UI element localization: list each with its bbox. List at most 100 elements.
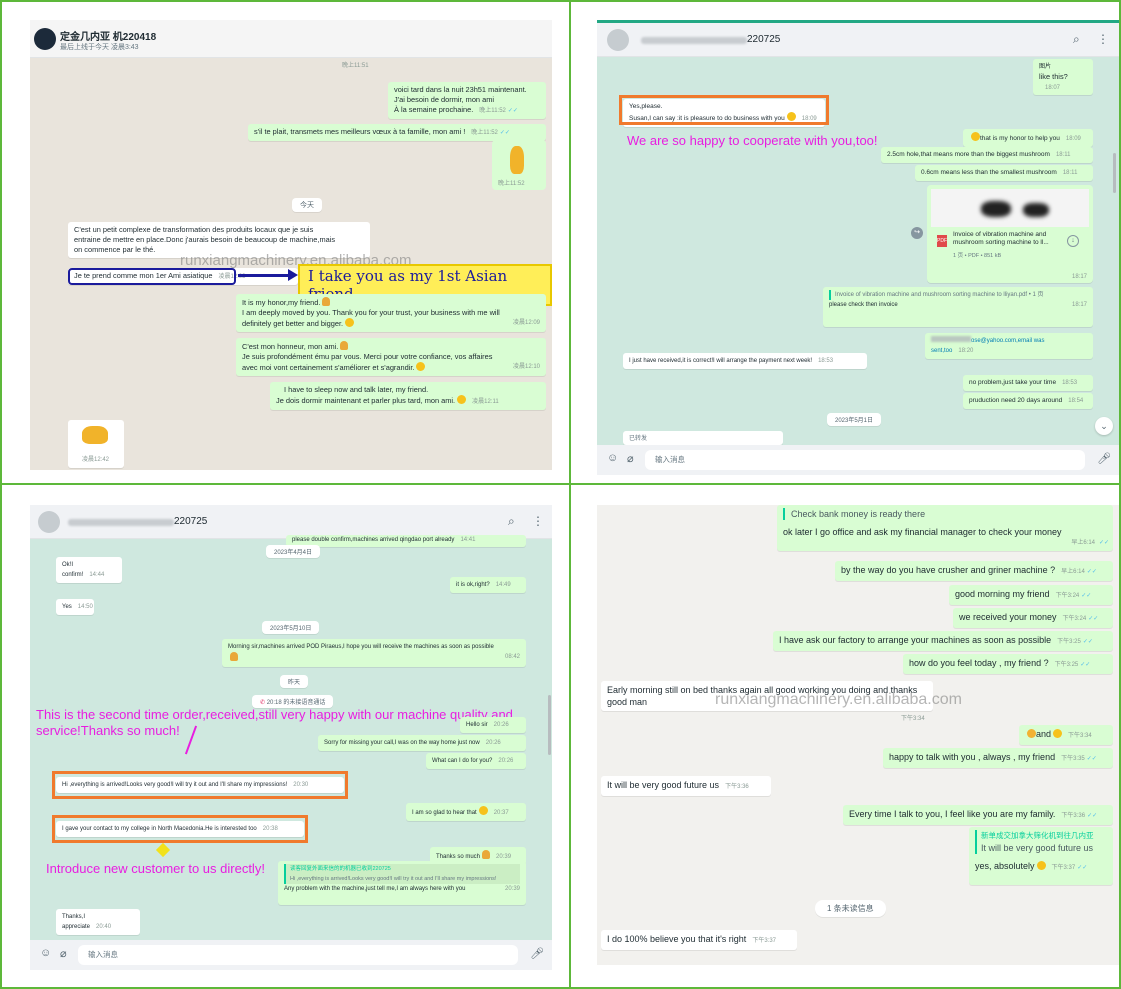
message-bubble[interactable]: It is my honor,my friend. I am deeply mo… <box>236 294 546 332</box>
message-bubble[interactable]: Morning sir,machines arrived POD Piraeus… <box>222 639 526 667</box>
message-bubble[interactable]: I have to sleep now and talk later, my f… <box>270 382 546 410</box>
message-bubble[interactable]: 0.6cm means less than the smallest mushr… <box>915 165 1093 181</box>
message-text: Yes <box>62 604 72 610</box>
pray-emoji-icon <box>230 652 238 661</box>
message-bubble[interactable]: 2.5cm hole,that means more than the bigg… <box>881 147 1093 163</box>
emoji-icon[interactable]: ☺ <box>40 947 51 959</box>
message-time: 晚上11:52 <box>498 181 525 187</box>
message-text: pruduction need 20 days around <box>969 397 1063 404</box>
message-bubble[interactable]: that is my honor to help you 18:09 <box>963 129 1093 147</box>
message-text: Morning sir,machines arrived POD Piraeus… <box>228 644 494 650</box>
message-bubble[interactable]: how do you feel today , my friend ? 下午3:2… <box>903 654 1113 674</box>
message-text: 0.6cm means less than the smallest mushr… <box>921 169 1057 176</box>
scroll-down-button[interactable]: ⌄ <box>1095 417 1113 435</box>
message-bubble[interactable]: it is ok,right? 14:49 <box>450 577 526 593</box>
message-bubble[interactable]: I do 100% believe you that it's right 下午3… <box>601 930 797 950</box>
message-bubble[interactable]: good morning my friend 下午3:24 ✓✓ <box>949 585 1113 605</box>
contact-name[interactable]: 220725 <box>747 34 780 45</box>
message-bubble[interactable]: ose@yahoo.com,email was sent,too 18:20 <box>925 333 1093 359</box>
more-options-icon[interactable]: ⋮ <box>532 514 544 528</box>
search-icon[interactable]: ⌕ <box>508 514 515 529</box>
forward-icon[interactable]: ↪ <box>911 227 923 239</box>
message-time: 下午3:25 <box>1054 662 1079 668</box>
message-input[interactable]: 输入消息 <box>78 945 518 965</box>
smile-emoji-icon <box>416 362 426 371</box>
date-separator: 今天 <box>292 198 322 212</box>
message-bubble[interactable]: What can I do for you? 20:26 <box>426 753 526 769</box>
microphone-icon[interactable]: 🎤︎ <box>530 947 544 960</box>
pray-emoji-icon <box>322 297 331 306</box>
contact-avatar[interactable] <box>607 29 629 51</box>
contact-avatar[interactable] <box>38 511 60 533</box>
message-bubble[interactable]: Ok!I confirm! 14:44 <box>56 557 122 583</box>
message-text: that is my honor to help you <box>980 135 1060 142</box>
chat-header: 定金几内亚 机220418 最后上线于今天 凌晨3:43 <box>30 20 552 58</box>
message-line: C'est un petit complexe de transformatio… <box>74 225 314 234</box>
message-text: I just have received,it is correct!I wil… <box>629 358 813 364</box>
image-message[interactable]: 图片 like this? 18:07 <box>1033 59 1093 95</box>
message-bubble[interactable]: s'il te plait, transmets mes meilleurs v… <box>248 124 546 141</box>
message-bubble[interactable]: Hello sir 20:26 <box>460 717 526 733</box>
message-bubble[interactable]: Yes 14:50 <box>56 599 94 615</box>
contact-name[interactable]: 220725 <box>174 516 207 527</box>
message-time: 下午3:36 <box>725 784 749 790</box>
message-bubble[interactable]: Thanks,I appreciate 20:40 <box>56 909 140 935</box>
message-bubble[interactable]: It will be very good future us 下午3:36 <box>601 776 771 796</box>
grid-divider-horizontal <box>0 483 1121 485</box>
message-bubble[interactable]: voici tard dans la nuit 23h51 maintenant… <box>388 82 546 119</box>
thumbs-up-emoji-icon <box>1027 729 1036 738</box>
contact-avatar[interactable] <box>34 28 56 50</box>
message-bubble[interactable]: Sorry for missing your call,I was on the… <box>318 735 526 751</box>
emoji-icon[interactable]: ☺ <box>607 452 618 464</box>
contact-name[interactable]: 定金几内亚 机220418 <box>60 28 156 43</box>
message-bubble[interactable]: I am so glad to hear that 20:37 <box>406 803 526 821</box>
message-bubble[interactable]: 读客回复外面来信的的机器已收到220725 Hi ,everything is … <box>278 861 526 905</box>
message-bubble[interactable]: pruduction need 20 days around 18:54 <box>963 393 1093 409</box>
handshake-sticker-message[interactable]: 凌晨12:42 <box>68 420 124 468</box>
download-icon[interactable]: ↓ <box>1067 235 1079 247</box>
message-bubble[interactable]: I have ask our factory to arrange your m… <box>773 631 1113 651</box>
read-ticks-icon: ✓✓ <box>1098 540 1109 546</box>
message-bubble[interactable]: we received your money 下午3:24 ✓✓ <box>953 608 1113 628</box>
message-time: 下午3:34 <box>1068 733 1092 739</box>
message-bubble[interactable]: and 下午3:34 <box>1019 725 1113 745</box>
message-time: 14:44 <box>89 572 105 578</box>
message-bubble[interactable]: Invoice of vibration machine and mushroo… <box>823 287 1093 327</box>
search-icon[interactable]: ⌕ <box>1073 32 1080 47</box>
message-bubble[interactable]: I just have received,it is correct!I wil… <box>623 353 867 369</box>
message-text: Every time I talk to you, I feel like yo… <box>849 809 1056 819</box>
message-time: 凌晨12:10 <box>512 364 540 370</box>
attach-icon[interactable]: ⌀ <box>60 947 67 960</box>
message-input[interactable]: 输入消息 <box>645 450 1085 470</box>
message-bubble[interactable]: happy to talk with you , always , my fri… <box>883 748 1113 768</box>
message-text: s'il te plait, transmets mes meilleurs v… <box>254 127 466 136</box>
scrollbar[interactable] <box>548 695 551 755</box>
date-separator: 2023年4月4日 <box>266 545 321 558</box>
message-text: What can I do for you? <box>432 758 493 764</box>
screenshot-panel-1: 定金几内亚 机220418 最后上线于今天 凌晨3:43 晚上11:51 voi… <box>30 20 552 470</box>
highlight-outline <box>52 771 348 799</box>
scrollbar[interactable] <box>1113 153 1116 193</box>
message-time: 下午3:37 <box>752 938 776 944</box>
prayer-sticker-message[interactable]: 晚上11:52 <box>492 140 546 190</box>
time-label: 晚上11:51 <box>342 63 369 69</box>
message-bubble[interactable]: C'est mon honneur, mon ami. Je suis prof… <box>236 338 546 376</box>
blurred-preview <box>981 201 1011 217</box>
message-bubble[interactable]: Check bank money is ready there ok later… <box>777 505 1113 551</box>
message-bubble[interactable]: by the way do you have crusher and grine… <box>835 561 1113 581</box>
more-options-icon[interactable]: ⋮ <box>1097 32 1109 46</box>
message-text: please double confirm,machines arrived q… <box>292 537 455 543</box>
message-bubble[interactable]: no problem,just take your time 18:53 <box>963 375 1093 391</box>
microphone-icon[interactable]: 🎤︎ <box>1097 452 1111 465</box>
message-time: 18:17 <box>1071 302 1087 308</box>
message-bubble[interactable]: Every time I talk to you, I feel like yo… <box>843 805 1113 825</box>
pdf-attachment-message[interactable]: PDF Invoice of vibration machine and mus… <box>927 185 1093 283</box>
message-time: 20:37 <box>493 810 509 816</box>
forwarded-message[interactable]: 已转发 <box>623 431 783 445</box>
attach-icon[interactable]: ⌀ <box>627 452 634 465</box>
message-bubble[interactable]: please double confirm,machines arrived q… <box>286 535 526 547</box>
message-bubble[interactable]: 新单成交加拿大筛化机到往几内亚 It will be very good fut… <box>969 827 1113 885</box>
message-text: Hello sir <box>466 722 488 728</box>
screenshot-panel-4: Check bank money is ready there ok later… <box>597 505 1119 965</box>
quoted-sender: 新单成交加拿大筛化机到往几内亚 <box>981 831 1094 840</box>
